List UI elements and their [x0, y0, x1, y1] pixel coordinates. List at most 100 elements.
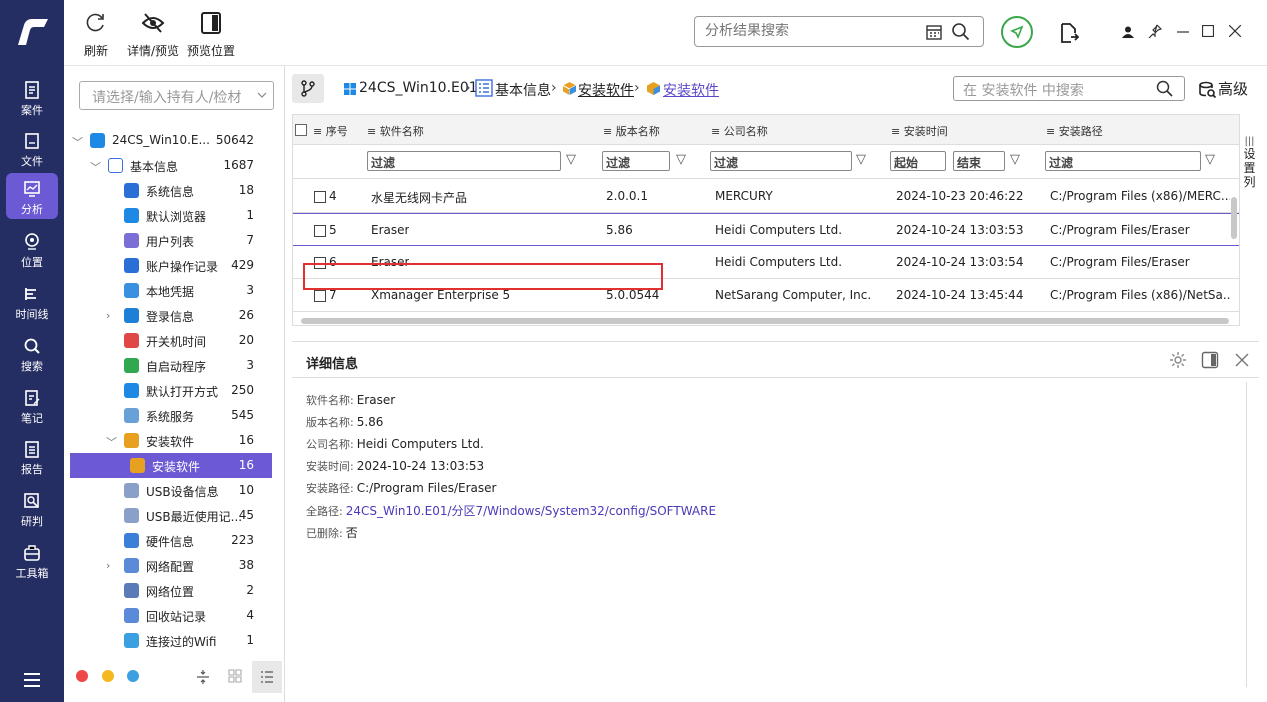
tree-item-selected[interactable]: 安装软件 16	[70, 453, 272, 478]
calendar-icon[interactable]	[925, 23, 943, 41]
collapse-icon[interactable]	[196, 669, 210, 685]
tree-item[interactable]: USB最近使用记... 45	[70, 503, 272, 528]
nav-location[interactable]: 位置	[6, 226, 58, 272]
note-icon	[25, 390, 40, 406]
detail-value: Eraser	[356, 393, 396, 407]
tree-item[interactable]: 本地凭据 3	[70, 278, 272, 303]
grid-view-icon[interactable]	[228, 669, 242, 683]
tree-item[interactable]: 自启动程序 3	[70, 353, 272, 378]
pin-icon[interactable]	[1148, 24, 1162, 38]
row-checkbox[interactable]	[314, 191, 326, 203]
nav-toolbox[interactable]: 工具箱	[6, 537, 58, 583]
chevron-down-icon[interactable]: ﹀	[90, 159, 101, 175]
nav-note[interactable]: 笔记	[6, 382, 58, 428]
breadcrumb-installed-software[interactable]: 安装软件	[578, 80, 634, 100]
nav-search[interactable]: 搜索	[6, 330, 58, 376]
tree-node-icon	[124, 433, 139, 448]
chevron-down-icon[interactable]: ﹀	[72, 134, 83, 150]
nav-timeline[interactable]: 时间线	[6, 278, 58, 324]
user-icon[interactable]	[1122, 26, 1134, 38]
tree-item[interactable]: 连接过的Wifi 1	[70, 628, 272, 653]
refresh-button[interactable]: 刷新	[83, 10, 109, 59]
tree-item[interactable]: 开关机时间 20	[70, 328, 272, 353]
filter-name-input[interactable]: 过滤	[367, 151, 561, 171]
column-settings-button[interactable]: ||| 设置列	[1239, 114, 1259, 326]
list-view-button[interactable]	[252, 661, 282, 693]
tree-item[interactable]: 系统信息 18	[70, 178, 272, 203]
locate-button[interactable]	[1001, 16, 1033, 48]
gear-icon[interactable]	[1169, 351, 1187, 369]
nav-bar: 案件 文件 分析 位置 时间线 搜索 笔记 报告 研判 工具箱	[0, 0, 64, 702]
breadcrumb-current[interactable]: 安装软件	[663, 80, 719, 100]
breadcrumb-evidence[interactable]: 24CS_Win10.E01	[359, 80, 478, 96]
preview-position-button[interactable]: 预览位置	[187, 10, 235, 59]
col-version[interactable]: ≡ 版本名称	[603, 123, 660, 139]
tree-item[interactable]: 硬件信息 223	[70, 528, 272, 553]
col-path[interactable]: ≡ 安装路径	[1046, 123, 1103, 139]
maximize-icon[interactable]	[1202, 25, 1214, 37]
tree-item[interactable]: USB设备信息 10	[70, 478, 272, 503]
tree-node-icon	[124, 483, 139, 498]
tree-item[interactable]: 用户列表 7	[70, 228, 272, 253]
filter-start-input[interactable]: 起始	[890, 151, 946, 171]
result-search-box[interactable]	[694, 16, 984, 47]
filter-path-input[interactable]: 过滤	[1045, 151, 1201, 171]
table-row[interactable]: 5 Eraser 5.86 Heidi Computers Ltd. 2024-10-2…	[293, 213, 1240, 246]
filter-icon[interactable]: ▽	[676, 152, 686, 167]
chevron-right-icon[interactable]: ›	[106, 559, 110, 572]
row-checkbox[interactable]	[314, 225, 326, 237]
status-dot-red	[76, 670, 88, 682]
nav-report[interactable]: 报告	[6, 433, 58, 479]
columns-icon: |||	[1244, 136, 1255, 147]
result-search-input[interactable]	[705, 23, 905, 39]
table-search-box[interactable]: 在 安装软件 中搜索	[953, 76, 1185, 101]
col-name[interactable]: ≡ 软件名称	[367, 123, 424, 139]
col-time[interactable]: ≡ 安装时间	[891, 123, 948, 139]
close-icon[interactable]	[1229, 25, 1241, 37]
menu-icon[interactable]	[22, 672, 42, 688]
search-icon[interactable]	[1156, 80, 1174, 98]
tree-item[interactable]: 网络位置 2	[70, 578, 272, 603]
tree-item[interactable]: 系统服务 545	[70, 403, 272, 428]
close-icon[interactable]	[1235, 353, 1249, 367]
nav-file[interactable]: 文件	[6, 125, 58, 171]
tree-item[interactable]: › 登录信息 26	[70, 303, 272, 328]
tree-item[interactable]: ﹀ 基本信息 1687	[70, 153, 272, 178]
tree-item[interactable]: › 网络配置 38	[70, 553, 272, 578]
filter-icon[interactable]: ▽	[1010, 152, 1020, 167]
filter-company-input[interactable]: 过滤	[710, 151, 852, 171]
filter-icon[interactable]: ▽	[856, 152, 866, 167]
tree-item-count: 38	[238, 558, 254, 572]
chevron-down-icon[interactable]: ﹀	[106, 434, 117, 450]
tree-item[interactable]: 回收站记录 4	[70, 603, 272, 628]
filter-version-input[interactable]: 过滤	[602, 151, 670, 171]
table-row[interactable]: 4 水星无线网卡产品 2.0.0.1 MERCURY 2024-10-23 20:46:…	[293, 180, 1240, 213]
col-company[interactable]: ≡ 公司名称	[711, 123, 768, 139]
tree-item[interactable]: 账户操作记录 429	[70, 253, 272, 278]
filter-icon[interactable]: ▽	[1205, 152, 1215, 167]
tree-item[interactable]: ﹀ 安装软件 16	[70, 428, 272, 453]
filter-end-input[interactable]: 结束	[953, 151, 1005, 171]
minimize-icon[interactable]	[1177, 31, 1189, 33]
holder-select[interactable]: 请选择/输入持有人/检材	[79, 81, 274, 110]
breadcrumb-basic-info[interactable]: 基本信息	[495, 80, 551, 100]
select-all-checkbox[interactable]	[295, 124, 307, 136]
nav-analysis[interactable]: 分析	[6, 173, 58, 219]
export-file-icon[interactable]	[1059, 22, 1079, 44]
chevron-right-icon[interactable]: ›	[106, 309, 110, 322]
vertical-scrollbar[interactable]	[1231, 197, 1237, 239]
filter-icon[interactable]: ▽	[566, 152, 576, 167]
row-checkbox[interactable]	[314, 290, 326, 302]
branch-button[interactable]	[292, 74, 324, 103]
tree-item[interactable]: ﹀ 24CS_Win10.E... 50642	[70, 128, 272, 153]
horizontal-scrollbar[interactable]	[301, 318, 1229, 324]
tree-item[interactable]: 默认打开方式 250	[70, 378, 272, 403]
full-path-link[interactable]: 24CS_Win10.E01/分区7/Windows/System32/conf…	[346, 504, 716, 518]
col-seq[interactable]: ≡ 序号	[313, 123, 348, 139]
nav-case[interactable]: 案件	[6, 74, 58, 120]
detail-preview-button[interactable]: 详情/预览	[127, 10, 179, 59]
nav-judge[interactable]: 研判	[6, 485, 58, 531]
tree-item[interactable]: 默认浏览器 1	[70, 203, 272, 228]
search-icon[interactable]	[951, 22, 971, 42]
panel-right-icon[interactable]	[1201, 351, 1219, 369]
